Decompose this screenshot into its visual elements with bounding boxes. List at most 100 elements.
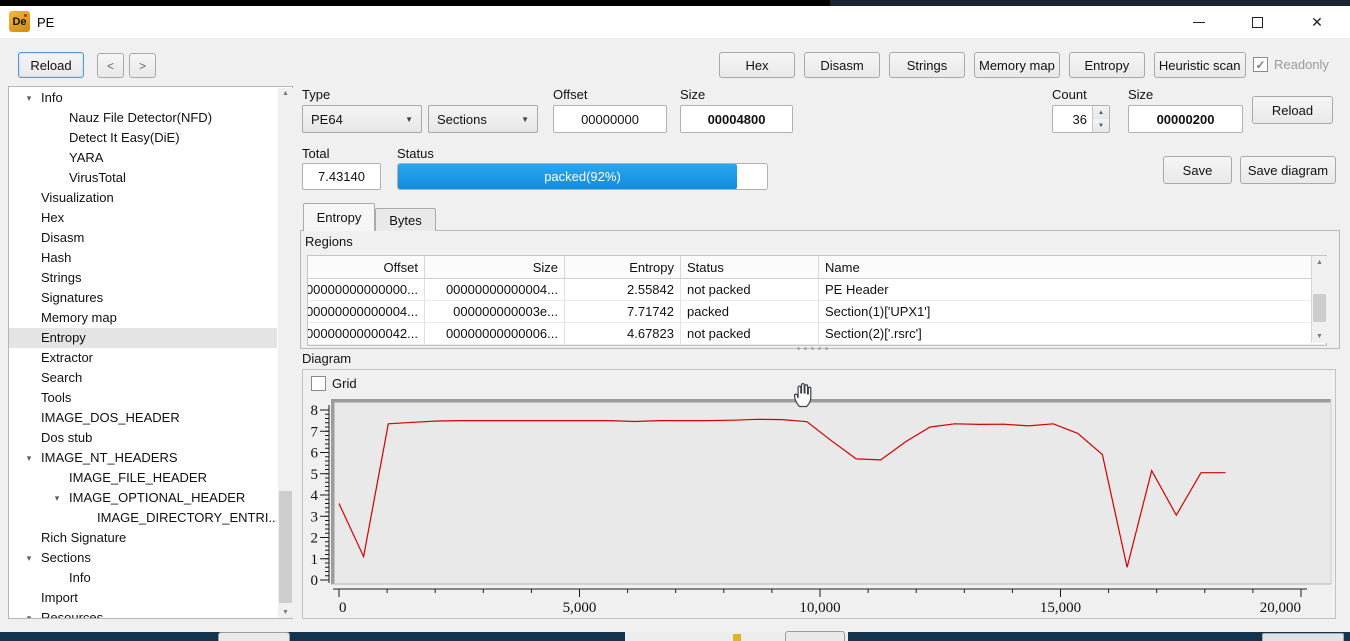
sidebar-item-search[interactable]: Search bbox=[9, 368, 277, 388]
table-cell: 00000000000004... bbox=[425, 279, 565, 300]
sidebar: ▾InfoNauz File Detector(NFD)Detect It Ea… bbox=[8, 86, 293, 619]
sidebar-scrollbar-thumb[interactable] bbox=[279, 491, 292, 603]
toolbar-button-disasm[interactable]: Disasm bbox=[804, 52, 880, 78]
offset-field[interactable]: 00000000 bbox=[553, 105, 667, 133]
svg-text:3: 3 bbox=[311, 509, 319, 525]
table-row[interactable]: 00000000000042...00000000000006...4.6782… bbox=[308, 323, 1326, 345]
reload-button[interactable]: Reload bbox=[18, 52, 84, 78]
sidebar-item-entropy[interactable]: Entropy bbox=[9, 328, 277, 348]
sidebar-item-resources[interactable]: ▾Resources bbox=[9, 608, 277, 618]
type-select[interactable]: PE64 ▼ bbox=[302, 105, 422, 133]
minimize-button[interactable] bbox=[1176, 6, 1222, 38]
splitter-handle[interactable] bbox=[797, 347, 828, 350]
scroll-down-icon[interactable]: ▼ bbox=[1312, 333, 1327, 340]
toolbar-button-strings[interactable]: Strings bbox=[889, 52, 965, 78]
table-cell: PE Header bbox=[819, 279, 1326, 300]
sidebar-item-import[interactable]: Import bbox=[9, 588, 277, 608]
tree-item-label: Visualization bbox=[41, 188, 114, 208]
tree-expand-icon[interactable]: ▾ bbox=[17, 548, 41, 568]
column-header-name[interactable]: Name bbox=[819, 256, 1326, 278]
tree-item-label: IMAGE_DIRECTORY_ENTRI... bbox=[97, 508, 277, 528]
sidebar-item-image-directory-entri-[interactable]: IMAGE_DIRECTORY_ENTRI... bbox=[9, 508, 277, 528]
tree-expand-icon[interactable]: ▾ bbox=[45, 488, 69, 508]
entropy-chart[interactable]: 01234567805,00010,00015,00020,000 bbox=[305, 396, 1335, 618]
tree-expand-icon[interactable]: ▾ bbox=[17, 448, 41, 468]
toolbar-button-memory-map[interactable]: Memory map bbox=[974, 52, 1060, 78]
chevron-down-icon: ▼ bbox=[405, 115, 413, 124]
scroll-up-icon[interactable]: ▲ bbox=[278, 90, 293, 97]
sidebar-item-extractor[interactable]: Extractor bbox=[9, 348, 277, 368]
sidebar-item-tools[interactable]: Tools bbox=[9, 388, 277, 408]
sidebar-item-memory-map[interactable]: Memory map bbox=[9, 308, 277, 328]
sidebar-item-signatures[interactable]: Signatures bbox=[9, 288, 277, 308]
toolbar-button-heuristic-scan[interactable]: Heuristic scan bbox=[1154, 52, 1246, 78]
tree-expand-icon[interactable]: ▾ bbox=[17, 608, 41, 618]
table-cell: not packed bbox=[681, 279, 819, 300]
tree-item-label: Signatures bbox=[41, 288, 103, 308]
sidebar-scrollbar[interactable]: ▲ ▼ bbox=[278, 88, 293, 618]
tree-expand-icon[interactable]: ▾ bbox=[17, 88, 41, 108]
mouse-cursor-hand-icon bbox=[791, 380, 815, 408]
sidebar-item-hex[interactable]: Hex bbox=[9, 208, 277, 228]
spin-down-icon[interactable]: ▼ bbox=[1093, 119, 1109, 132]
background-icon-fragment bbox=[733, 634, 741, 641]
titlebar: De PE ✕ bbox=[0, 6, 1350, 38]
sidebar-item-info[interactable]: Info bbox=[9, 568, 277, 588]
sidebar-item-visualization[interactable]: Visualization bbox=[9, 188, 277, 208]
maximize-button[interactable] bbox=[1234, 6, 1280, 38]
sidebar-item-rich-signature[interactable]: Rich Signature bbox=[9, 528, 277, 548]
sidebar-item-image-optional-header[interactable]: ▾IMAGE_OPTIONAL_HEADER bbox=[9, 488, 277, 508]
save-diagram-button[interactable]: Save diagram bbox=[1240, 156, 1336, 184]
sidebar-item-image-file-header[interactable]: IMAGE_FILE_HEADER bbox=[9, 468, 277, 488]
table-row[interactable]: 00000000000004...000000000003e...7.71742… bbox=[308, 301, 1326, 323]
count-label: Count bbox=[1052, 87, 1087, 102]
size-field[interactable]: 00004800 bbox=[680, 105, 793, 133]
toolbar-button-hex[interactable]: Hex bbox=[719, 52, 795, 78]
sidebar-item-image-dos-header[interactable]: IMAGE_DOS_HEADER bbox=[9, 408, 277, 428]
sidebar-item-info[interactable]: ▾Info bbox=[9, 88, 277, 108]
mode-select[interactable]: Sections ▼ bbox=[428, 105, 538, 133]
table-scrollbar-thumb[interactable] bbox=[1313, 294, 1326, 322]
sidebar-item-virustotal[interactable]: VirusTotal bbox=[9, 168, 277, 188]
svg-text:15,000: 15,000 bbox=[1040, 600, 1081, 616]
tree-item-label: IMAGE_NT_HEADERS bbox=[41, 448, 178, 468]
sidebar-item-detect-it-easy-die-[interactable]: Detect It Easy(DiE) bbox=[9, 128, 277, 148]
column-header-status[interactable]: Status bbox=[681, 256, 819, 278]
svg-text:0: 0 bbox=[339, 600, 347, 616]
save-button[interactable]: Save bbox=[1163, 156, 1232, 184]
grid-checkbox[interactable] bbox=[311, 376, 326, 391]
close-button[interactable]: ✕ bbox=[1294, 6, 1340, 38]
table-scrollbar[interactable]: ▲ ▼ bbox=[1311, 256, 1327, 343]
tab-entropy[interactable]: Entropy bbox=[303, 203, 375, 231]
chevron-down-icon: ▼ bbox=[521, 115, 529, 124]
regions-table: OffsetSizeEntropyStatusName 000000000000… bbox=[307, 255, 1327, 346]
tab-bytes[interactable]: Bytes bbox=[375, 208, 436, 231]
tree-item-label: VirusTotal bbox=[69, 168, 126, 188]
back-button[interactable]: < bbox=[97, 53, 124, 78]
column-header-offset[interactable]: Offset bbox=[308, 256, 425, 278]
count-spinner[interactable]: 36 ▲ ▼ bbox=[1052, 105, 1110, 133]
sidebar-item-yara[interactable]: YARA bbox=[9, 148, 277, 168]
readonly-checkbox[interactable]: ✓ bbox=[1253, 57, 1268, 72]
sidebar-item-image-nt-headers[interactable]: ▾IMAGE_NT_HEADERS bbox=[9, 448, 277, 468]
sidebar-item-hash[interactable]: Hash bbox=[9, 248, 277, 268]
size2-field[interactable]: 00000200 bbox=[1128, 105, 1243, 133]
column-header-size[interactable]: Size bbox=[425, 256, 565, 278]
sidebar-item-dos-stub[interactable]: Dos stub bbox=[9, 428, 277, 448]
scroll-down-icon[interactable]: ▼ bbox=[278, 609, 293, 616]
tree-item-label: Detect It Easy(DiE) bbox=[69, 128, 180, 148]
forward-button[interactable]: > bbox=[129, 53, 156, 78]
column-header-entropy[interactable]: Entropy bbox=[565, 256, 681, 278]
tree-item-label: Sections bbox=[41, 548, 91, 568]
sidebar-item-sections[interactable]: ▾Sections bbox=[9, 548, 277, 568]
reload-entropy-button[interactable]: Reload bbox=[1252, 96, 1333, 124]
table-cell: 00000000000042... bbox=[308, 323, 425, 344]
sidebar-item-strings[interactable]: Strings bbox=[9, 268, 277, 288]
sidebar-item-disasm[interactable]: Disasm bbox=[9, 228, 277, 248]
svg-text:7: 7 bbox=[311, 424, 319, 440]
toolbar-button-entropy[interactable]: Entropy bbox=[1069, 52, 1145, 78]
spin-up-icon[interactable]: ▲ bbox=[1093, 106, 1109, 119]
table-row[interactable]: 00000000000000...00000000000004...2.5584… bbox=[308, 279, 1326, 301]
sidebar-item-nauz-file-detector-nfd-[interactable]: Nauz File Detector(NFD) bbox=[9, 108, 277, 128]
scroll-up-icon[interactable]: ▲ bbox=[1312, 259, 1327, 266]
